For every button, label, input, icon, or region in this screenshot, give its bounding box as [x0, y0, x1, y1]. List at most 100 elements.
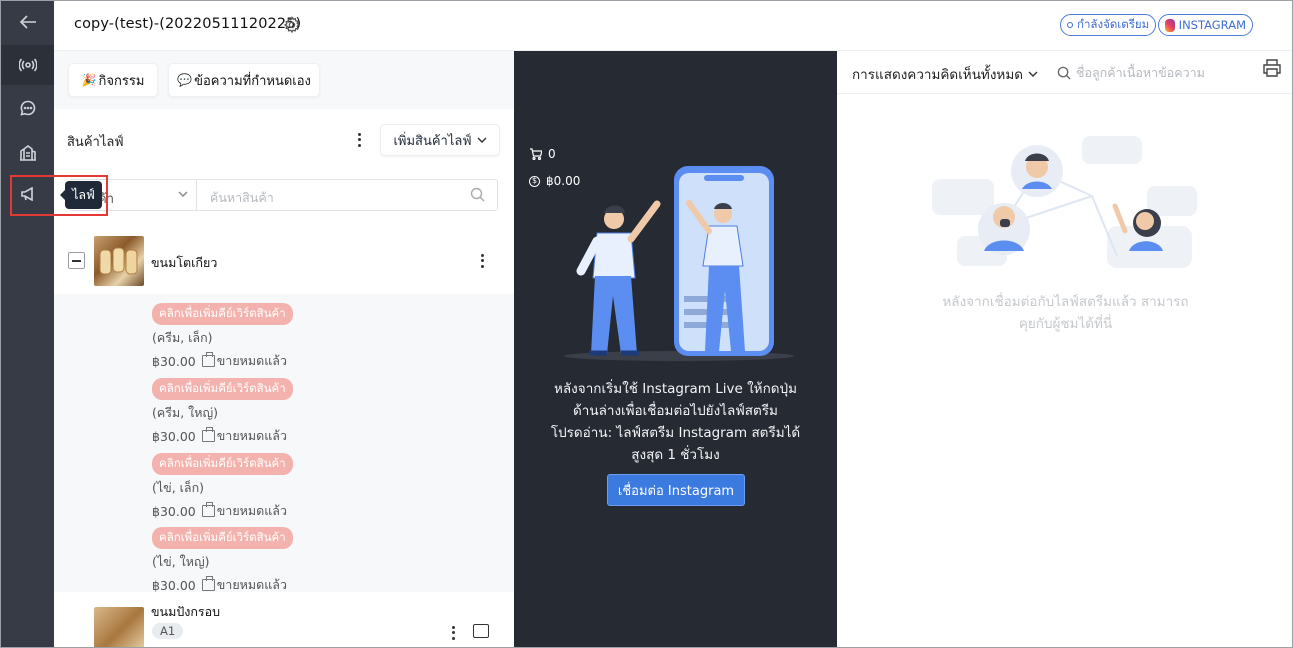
variant-list: คลิกเพื่อเพิ่มคีย์เวิร์ดสินค้า (ครีม, เล…	[54, 294, 514, 595]
tab-custom-messages[interactable]: 💬 ข้อความที่กำหนดเอง	[168, 63, 320, 97]
chat-illustration	[932, 136, 1197, 268]
product-more-icon[interactable]	[476, 253, 488, 269]
instruction-line-1: หลังจากเริ่มใช้ Instagram Live ให้กดปุ่ม	[554, 381, 797, 397]
back-icon	[19, 15, 36, 29]
left-rail	[1, 1, 54, 647]
variant-price-row: ฿30.00 ขายหมดแล้ว	[152, 351, 293, 371]
variant-stock: ขายหมดแล้ว	[216, 577, 287, 592]
tab-activities-label: กิจกรรม	[98, 73, 145, 89]
add-keyword-pill[interactable]: คลิกเพื่อเพิ่มคีย์เวิร์ดสินค้า	[152, 378, 293, 400]
variant-item: คลิกเพื่อเพิ่มคีย์เวิร์ดสินค้า (ไข่, เล็…	[152, 452, 293, 521]
product-name: ขนมปังกรอบ	[151, 604, 221, 619]
comment-icon[interactable]	[473, 624, 489, 638]
panel-tabs: 🎉 กิจกรรม 💬 ข้อความที่กำหนดเอง	[54, 51, 514, 109]
instruction-line-3: โปรดอ่าน: ไลฟ์สตรีม Instagram สตรีมได้	[550, 425, 801, 441]
variant-name: (ไข่, ใหญ่)	[152, 554, 210, 569]
chevron-down-icon	[1028, 71, 1038, 77]
add-keyword-pill[interactable]: คลิกเพื่อเพิ่มคีย์เวิร์ดสินค้า	[152, 303, 293, 325]
party-icon: 🎉	[81, 73, 97, 87]
box-icon	[201, 502, 215, 517]
search-icon	[1057, 66, 1071, 80]
live-icon	[18, 58, 37, 72]
status-dot-icon	[1067, 22, 1073, 28]
connect-instagram-button[interactable]: เชื่อมต่อ Instagram	[607, 474, 745, 506]
gear-icon[interactable]	[283, 16, 301, 34]
collapse-toggle[interactable]	[68, 252, 85, 269]
variant-name: (ครีม, เล็ก)	[152, 330, 213, 345]
variant-item: คลิกเพื่อเพิ่มคีย์เวิร์ดสินค้า (ครีม, เล…	[152, 302, 293, 371]
section-title: สินค้าไลฟ์	[67, 135, 124, 150]
platform-badge-label: INSTAGRAM	[1178, 18, 1246, 32]
search-input[interactable]: ค้นหาสินค้า	[210, 188, 274, 208]
variant-price: ฿30.00	[152, 353, 196, 369]
variant-name: (ไข่, เล็ก)	[152, 480, 205, 495]
box-icon	[201, 576, 215, 591]
cart-icon	[530, 148, 542, 160]
add-keyword-pill[interactable]: คลิกเพื่อเพิ่มคีย์เวิร์ดสินค้า	[152, 453, 293, 475]
variant-price-row: ฿30.00 ขายหมดแล้ว	[152, 501, 293, 521]
live-products-panel: 🎉 กิจกรรม 💬 ข้อความที่กำหนดเอง สินค้าไลฟ…	[54, 51, 514, 647]
tab-activities[interactable]: 🎉 กิจกรรม	[68, 63, 158, 97]
instructions: หลังจากเริ่มใช้ Instagram Live ให้กดปุ่ม…	[514, 378, 837, 466]
variant-item: คลิกเพื่อเพิ่มคีย์เวิร์ดสินค้า (ไข่, ใหญ…	[152, 526, 293, 595]
empty-state-line-1: หลังจากเชื่อมต่อกับไลฟ์สตรีมแล้ว สามารถ	[942, 294, 1189, 310]
cart-count: 0	[529, 147, 556, 161]
platform-badge: INSTAGRAM	[1158, 14, 1253, 36]
empty-state-text: หลังจากเชื่อมต่อกับไลฟ์สตรีมแล้ว สามารถ …	[837, 291, 1292, 335]
comment-filter-label: การแสดงความคิดเห็นทั้งหมด	[852, 67, 1023, 83]
variant-price: ฿30.00	[152, 428, 196, 444]
variant-price-row: ฿30.00 ขายหมดแล้ว	[152, 575, 293, 595]
chevron-down-icon	[178, 191, 188, 197]
product-name: ขนมโตเกียว	[151, 255, 218, 270]
rail-item-chat[interactable]	[1, 88, 54, 128]
product-more-icon[interactable]	[447, 625, 459, 641]
page-title: copy-(test)-(20220511120225)	[74, 16, 302, 32]
variant-stock: ขายหมดแล้ว	[216, 503, 287, 518]
add-live-product-button[interactable]: เพิ่มสินค้าไลฟ์	[380, 124, 500, 156]
coin-icon: $	[529, 175, 540, 187]
comment-search-input[interactable]: ชื่อลูกค้าเนื้อหาข้อความ	[1057, 63, 1205, 83]
box-icon	[201, 427, 215, 442]
live-stream-panel: 0 $ ฿0.00 หลังจากเริ่มใช้ Instagram Live…	[514, 51, 837, 647]
search-icon[interactable]	[470, 187, 485, 202]
product-image	[99, 247, 138, 275]
product-filter: ค้า ค้นหาสินค้า	[69, 179, 498, 211]
rail-item-live[interactable]	[1, 45, 54, 85]
add-keyword-pill[interactable]: คลิกเพื่อเพิ่มคีย์เวิร์ดสินค้า	[152, 527, 293, 549]
highlight-box	[10, 175, 108, 216]
section-more-icon[interactable]	[353, 132, 365, 148]
rail-item-shop[interactable]	[1, 132, 54, 172]
comment-search-placeholder: ชื่อลูกค้าเนื้อหาข้อความ	[1076, 65, 1205, 80]
page-header: copy-(test)-(20220511120225) กำลังจัดเตร…	[54, 1, 1292, 51]
instagram-icon	[1165, 18, 1175, 32]
chat-icon	[19, 100, 35, 116]
speech-bubble-icon: 💬	[177, 73, 193, 87]
variant-stock: ขายหมดแล้ว	[216, 428, 287, 443]
chevron-down-icon	[477, 137, 487, 143]
cart-count-value: 0	[548, 147, 556, 161]
back-button[interactable]	[1, 2, 54, 42]
variant-stock: ขายหมดแล้ว	[216, 353, 287, 368]
comments-panel: การแสดงความคิดเห็นทั้งหมด ชื่อลูกค้าเนื้…	[837, 51, 1292, 647]
instruction-line-2: ด้านล่างเพื่อเชื่อมต่อไปยังไลฟ์สตรีม	[573, 403, 778, 419]
empty-state-line-2: คุยกับผู้ชมได้ที่นี่	[1018, 316, 1113, 332]
add-live-product-label: เพิ่มสินค้าไลฟ์	[393, 133, 472, 149]
variant-price: ฿30.00	[152, 577, 196, 593]
variant-price-row: ฿30.00 ขายหมดแล้ว	[152, 426, 293, 446]
live-illustration	[564, 166, 794, 361]
variant-price: ฿30.00	[152, 503, 196, 519]
comments-toolbar: การแสดงความคิดเห็นทั้งหมด ชื่อลูกค้าเนื้…	[837, 51, 1292, 94]
variant-item: คลิกเพื่อเพิ่มคีย์เวิร์ดสินค้า (ครีม, ให…	[152, 377, 293, 446]
product-thumbnail	[94, 236, 144, 286]
printer-icon[interactable]	[1263, 59, 1281, 77]
variant-name: (ครีม, ใหญ่)	[152, 405, 219, 420]
status-badge-label: กำลังจัดเตรียม	[1077, 17, 1150, 31]
comment-filter-dropdown[interactable]: การแสดงความคิดเห็นทั้งหมด	[852, 63, 1038, 85]
shop-icon	[19, 145, 36, 161]
keyword-tag[interactable]: A1	[152, 623, 184, 639]
status-badge: กำลังจัดเตรียม	[1060, 14, 1157, 36]
instruction-line-4: สูงสุด 1 ชั่วโมง	[631, 447, 720, 463]
box-icon	[201, 352, 215, 367]
product-thumbnail	[94, 607, 144, 647]
app-window: copy-(test)-(20220511120225) กำลังจัดเตร…	[0, 0, 1293, 648]
